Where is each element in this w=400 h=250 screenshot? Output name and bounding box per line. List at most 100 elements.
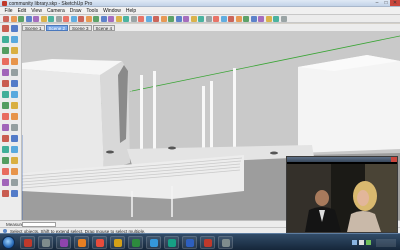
- pushpull-icon[interactable]: [48, 16, 54, 22]
- line-icon[interactable]: [25, 16, 32, 22]
- start-button-icon[interactable]: [2, 236, 15, 249]
- arc-icon[interactable]: [33, 16, 39, 22]
- firefox-icon: [96, 239, 104, 247]
- pan-icon[interactable]: [11, 146, 18, 153]
- polygon-icon[interactable]: [2, 69, 9, 76]
- walk-icon[interactable]: [265, 16, 272, 22]
- freehand-icon[interactable]: [11, 69, 18, 76]
- sketchup-taskbar-button[interactable]: [146, 236, 161, 249]
- word-taskbar-button[interactable]: [110, 236, 125, 249]
- zoom-extents-icon[interactable]: [2, 168, 9, 175]
- line-icon[interactable]: [11, 47, 18, 54]
- zoom-window-icon[interactable]: [11, 157, 18, 164]
- paint-icon[interactable]: [2, 36, 9, 43]
- protractor-icon[interactable]: [2, 124, 9, 131]
- axes-icon[interactable]: [100, 16, 107, 22]
- zoom-icon[interactable]: [2, 157, 9, 164]
- firefox-taskbar-button[interactable]: [92, 236, 107, 249]
- pushpull-icon[interactable]: [11, 80, 18, 87]
- video-close-button[interactable]: [391, 157, 397, 162]
- media-taskbar-button[interactable]: [200, 236, 215, 249]
- web-taskbar-button[interactable]: [218, 236, 233, 249]
- front-icon[interactable]: [235, 16, 242, 22]
- offset-icon[interactable]: [11, 102, 18, 109]
- followme-icon[interactable]: [11, 91, 18, 98]
- section-icon[interactable]: [168, 16, 174, 22]
- hiddenline-icon[interactable]: [190, 16, 197, 22]
- right-icon[interactable]: [243, 16, 249, 22]
- shadow-icon[interactable]: [153, 16, 159, 22]
- circle-icon[interactable]: [2, 58, 9, 65]
- left-icon[interactable]: [258, 16, 264, 22]
- skype-taskbar-button[interactable]: [74, 236, 89, 249]
- monochrome-icon[interactable]: [213, 16, 219, 22]
- menu-view[interactable]: View: [29, 7, 45, 15]
- zoom-extents-icon[interactable]: [130, 16, 137, 22]
- tape-icon[interactable]: [2, 113, 9, 120]
- offset-icon[interactable]: [78, 16, 84, 22]
- tab-scene-1[interactable]: Scene 1: [22, 24, 45, 31]
- arc-icon[interactable]: [11, 58, 18, 65]
- menu-file[interactable]: File: [2, 7, 15, 15]
- axes-icon[interactable]: [2, 135, 9, 142]
- rectangle-icon[interactable]: [2, 47, 9, 54]
- textured-icon[interactable]: [205, 16, 212, 22]
- rotate-icon[interactable]: [63, 16, 69, 22]
- media-player-taskbar-button[interactable]: [56, 236, 71, 249]
- scale-icon[interactable]: [2, 102, 9, 109]
- paint-icon[interactable]: [18, 16, 24, 22]
- eraser-icon[interactable]: [10, 16, 17, 22]
- vlc-taskbar-button[interactable]: [164, 236, 179, 249]
- walk-icon[interactable]: [11, 179, 18, 186]
- rotate-icon[interactable]: [2, 91, 9, 98]
- look-icon[interactable]: [273, 16, 279, 22]
- internet-explorer-taskbar-button[interactable]: [20, 236, 35, 249]
- 3dtext-icon[interactable]: [11, 135, 18, 142]
- previous-icon[interactable]: [11, 168, 18, 175]
- tab-scene-4[interactable]: Scene 4: [92, 24, 116, 31]
- component-icon[interactable]: [11, 25, 18, 32]
- menu-window[interactable]: Window: [101, 7, 124, 15]
- position-camera-icon[interactable]: [2, 179, 9, 186]
- dimension-icon[interactable]: [11, 113, 18, 120]
- menu-camera[interactable]: Camera: [44, 7, 67, 15]
- video-player-window[interactable]: [286, 156, 398, 233]
- orbit-icon[interactable]: [2, 146, 9, 153]
- table-2: [168, 146, 176, 150]
- component-icon[interactable]: [138, 16, 144, 22]
- position-camera-icon[interactable]: [280, 16, 287, 22]
- iso-icon[interactable]: [220, 16, 227, 22]
- menu-edit[interactable]: Edit: [15, 7, 29, 15]
- text-icon[interactable]: [93, 16, 99, 22]
- move-icon[interactable]: [55, 16, 62, 22]
- wireframe-icon[interactable]: [183, 16, 189, 22]
- menu-help[interactable]: Help: [123, 7, 138, 15]
- select-icon[interactable]: [2, 25, 9, 32]
- tab-scene-2[interactable]: Scene 2: [45, 24, 69, 31]
- photoshop-taskbar-button[interactable]: [182, 236, 197, 249]
- orbit-icon[interactable]: [108, 16, 114, 22]
- paint-taskbar-button[interactable]: [128, 236, 143, 249]
- scale-icon[interactable]: [70, 16, 77, 22]
- xray-icon[interactable]: [175, 16, 182, 22]
- shaded-icon[interactable]: [198, 16, 204, 22]
- pan-icon[interactable]: [115, 16, 122, 22]
- explorer-folder-taskbar-button[interactable]: [38, 236, 53, 249]
- zoom-icon[interactable]: [123, 16, 129, 22]
- tape-icon[interactable]: [85, 16, 92, 22]
- tab-scene-3[interactable]: Scene 3: [69, 24, 92, 31]
- move-icon[interactable]: [2, 80, 9, 87]
- fog-icon[interactable]: [160, 16, 167, 22]
- menu-tools[interactable]: Tools: [84, 7, 101, 15]
- select-icon[interactable]: [3, 16, 9, 22]
- close-button[interactable]: ✕: [390, 0, 400, 6]
- shape-icon[interactable]: [40, 16, 47, 22]
- back-icon[interactable]: [250, 16, 257, 22]
- eraser-icon[interactable]: [11, 36, 18, 43]
- menu-draw[interactable]: Draw: [67, 7, 84, 15]
- section-icon[interactable]: [11, 190, 18, 197]
- top-icon[interactable]: [228, 16, 234, 22]
- text-icon[interactable]: [11, 124, 18, 131]
- layers-icon[interactable]: [145, 16, 152, 22]
- look-icon[interactable]: [2, 190, 9, 197]
